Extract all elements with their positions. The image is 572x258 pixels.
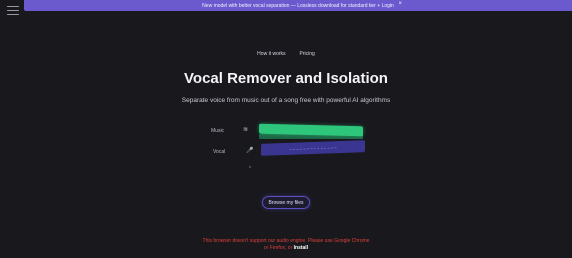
warning-line-2-text: or Firefox, or xyxy=(263,245,293,251)
microphone-icon: 🎤 xyxy=(246,148,254,154)
nav-item-pricing[interactable]: Pricing xyxy=(300,51,315,57)
vocal-waveform: ~ ~ ~ ~ ~ ~ ~ ~ ~ ~ ~ ~ ~ ~ xyxy=(289,144,337,152)
browse-files-button[interactable]: Browse my files xyxy=(262,196,310,209)
hamburger-menu-icon[interactable] xyxy=(7,6,19,18)
music-track-label: Music xyxy=(211,128,225,134)
warning-line-1: This browser doesn't support our audio e… xyxy=(202,238,370,244)
waveform-icon: ≋ xyxy=(243,127,249,133)
promo-banner[interactable]: New model with better vocal separation —… xyxy=(24,0,572,11)
track-illustration: Music ≋ Vocal 🎤 ~ ~ ~ ~ ~ ~ ~ ~ ~ ~ ~ ~ … xyxy=(205,120,375,175)
warning-line-2: or Firefox, or Install xyxy=(0,245,572,252)
top-nav: How it works Pricing xyxy=(0,51,572,57)
page-subtitle: Separate voice from music out of a song … xyxy=(181,97,391,104)
divider-dot xyxy=(249,166,251,168)
close-icon[interactable]: × xyxy=(398,1,402,7)
vocal-track-label: Vocal xyxy=(213,149,226,155)
vocal-track-bar: ~ ~ ~ ~ ~ ~ ~ ~ ~ ~ ~ ~ ~ ~ xyxy=(261,140,365,156)
banner-text: New model with better vocal separation —… xyxy=(202,2,394,9)
browser-warning: This browser doesn't support our audio e… xyxy=(0,238,572,252)
nav-item-how-it-works[interactable]: How it works xyxy=(257,51,285,57)
install-link[interactable]: Install xyxy=(294,245,308,251)
page-title: Vocal Remover and Isolation xyxy=(184,70,388,87)
